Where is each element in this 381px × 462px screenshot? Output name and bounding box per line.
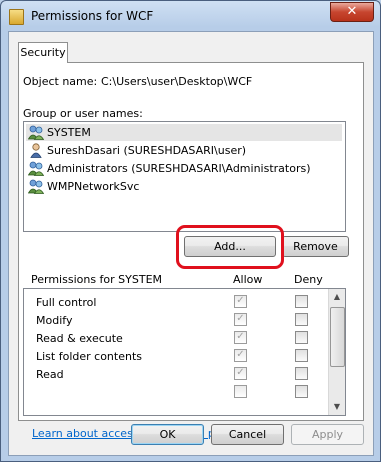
deny-checkbox[interactable] — [295, 295, 308, 308]
allow-checkbox[interactable]: ✓ — [234, 313, 247, 326]
user-name: Administrators (SURESHDASARI\Administrat… — [47, 162, 311, 175]
allow-column-header: Allow — [233, 273, 263, 286]
object-name-label: Object name: — [23, 75, 98, 88]
group-users-icon — [28, 179, 44, 194]
user-list-item-sureshdasari[interactable]: SureshDasari (SURESHDASARI\user) — [26, 142, 342, 159]
close-button[interactable]: ✕ — [330, 2, 374, 22]
scrollbar-thumb[interactable] — [330, 307, 345, 367]
permissions-list[interactable]: Full control ✓ Modify ✓ Read & execute ✓… — [23, 288, 346, 416]
deny-checkbox[interactable] — [295, 313, 308, 326]
user-list[interactable]: SYSTEM SureshDasari (SURESHDASARI\user) … — [23, 121, 346, 232]
allow-checkbox[interactable]: ✓ — [234, 367, 247, 380]
permission-row-list-folder-contents: List folder contents ✓ — [24, 347, 326, 365]
permission-row-read: Read ✓ — [24, 365, 326, 383]
group-users-icon — [28, 161, 44, 176]
folder-icon — [9, 9, 24, 25]
allow-checkbox[interactable]: ✓ — [234, 349, 247, 362]
permissions-dialog: Permissions for WCF ✕ Security Object na… — [0, 0, 381, 462]
permission-name: Read & execute — [36, 332, 123, 345]
cancel-button[interactable]: Cancel — [211, 424, 284, 445]
scroll-down-arrow-icon[interactable]: ▼ — [329, 399, 345, 415]
group-user-names-label: Group or user names: — [23, 107, 143, 120]
permission-name: Read — [36, 368, 64, 381]
permission-name: Full control — [36, 296, 97, 309]
scroll-up-arrow-icon[interactable]: ▲ — [329, 289, 345, 305]
dialog-body: Security Object name: C:\Users\user\Desk… — [8, 31, 374, 456]
permission-row-modify: Modify ✓ — [24, 311, 326, 329]
permission-row-full-control: Full control ✓ — [24, 293, 326, 311]
apply-button[interactable]: Apply — [291, 424, 364, 445]
user-list-item-wmpnetworksvc[interactable]: WMPNetworkSvc — [26, 178, 342, 195]
permission-name: Modify — [36, 314, 73, 327]
allow-checkbox[interactable]: ✓ — [234, 295, 247, 308]
permission-row-read-execute: Read & execute ✓ — [24, 329, 326, 347]
deny-checkbox[interactable] — [295, 385, 308, 398]
title-bar[interactable]: Permissions for WCF ✕ — [1, 1, 380, 31]
user-list-item-system[interactable]: SYSTEM — [26, 124, 342, 141]
deny-checkbox[interactable] — [295, 331, 308, 344]
window-title: Permissions for WCF — [31, 9, 154, 23]
red-highlight-annotation — [176, 225, 284, 269]
user-name: WMPNetworkSvc — [47, 180, 140, 193]
tab-security[interactable]: Security — [18, 42, 68, 63]
allow-checkbox[interactable]: ✓ — [234, 331, 247, 344]
permission-row-partial — [24, 383, 326, 401]
user-name: SYSTEM — [47, 126, 91, 139]
allow-checkbox[interactable] — [234, 385, 247, 398]
object-name-value: C:\Users\user\Desktop\WCF — [101, 75, 253, 88]
group-users-icon — [28, 125, 44, 140]
remove-button[interactable]: Remove — [282, 236, 349, 257]
user-name: SureshDasari (SURESHDASARI\user) — [47, 144, 247, 157]
deny-checkbox[interactable] — [295, 367, 308, 380]
ok-button[interactable]: OK — [131, 424, 204, 445]
permissions-for-label: Permissions for SYSTEM — [31, 273, 163, 286]
permission-name: List folder contents — [36, 350, 142, 363]
single-user-icon — [30, 143, 42, 158]
user-list-item-administrators[interactable]: Administrators (SURESHDASARI\Administrat… — [26, 160, 342, 177]
permissions-scrollbar[interactable]: ▲ ▼ — [328, 289, 345, 415]
deny-checkbox[interactable] — [295, 349, 308, 362]
deny-column-header: Deny — [294, 273, 323, 286]
